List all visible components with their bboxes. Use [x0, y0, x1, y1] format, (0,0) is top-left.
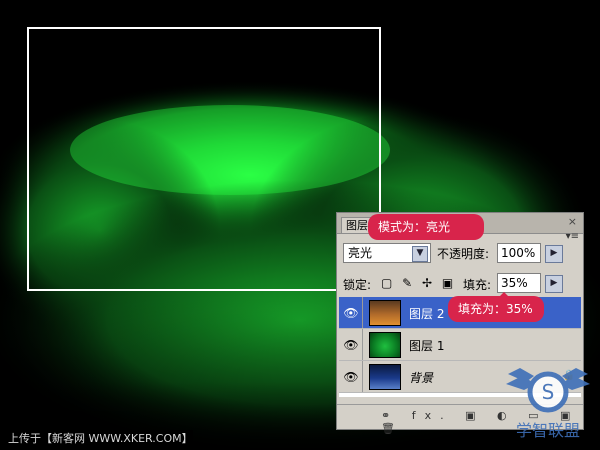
logo-glyph: S: [542, 380, 555, 404]
divider: [362, 329, 363, 360]
chevron-right-icon[interactable]: ▶: [545, 275, 563, 293]
close-icon[interactable]: ×: [568, 215, 577, 228]
logo-text: 学智联盟: [516, 421, 580, 440]
eye-icon[interactable]: 👁: [343, 337, 359, 353]
eye-icon[interactable]: 👁: [343, 369, 359, 385]
lock-fill-row: 锁定: ▢ ✎ ✢ ▣ 填充: 35% ▶: [343, 273, 579, 295]
layer-name: 图层 1: [409, 339, 445, 353]
blend-opacity-row: 亮光 ▼ 不透明度: 100% ▶: [343, 243, 579, 265]
lock-icons[interactable]: ▢ ✎ ✢ ▣: [381, 276, 456, 290]
blend-mode-value: 亮光: [348, 246, 373, 260]
layer-thumbnail: [369, 300, 401, 326]
opacity-input[interactable]: 100%: [497, 243, 541, 263]
opacity-label: 不透明度:: [437, 247, 490, 261]
callout-fill: 填充为：35%: [448, 296, 544, 322]
layer-name: 背景: [409, 371, 434, 385]
callout-mode: 模式为：亮光: [368, 214, 484, 240]
chevron-right-icon[interactable]: ▶: [545, 245, 563, 263]
lock-label: 锁定:: [343, 278, 372, 292]
divider: [362, 297, 363, 328]
fill-input[interactable]: 35%: [497, 273, 541, 293]
fill-label: 填充:: [463, 278, 492, 292]
panel-menu-icon[interactable]: ▾≡: [566, 231, 579, 242]
watermark: 上传于【新客网 WWW.XKER.COM】: [8, 430, 193, 446]
layer-name: 图层 2: [409, 307, 445, 321]
divider: [362, 361, 363, 392]
eye-icon[interactable]: 👁: [343, 305, 359, 321]
site-logo: S 学智联盟: [506, 368, 590, 440]
layer-thumbnail: [369, 332, 401, 358]
chevron-down-icon[interactable]: ▼: [412, 246, 428, 262]
blend-mode-select[interactable]: 亮光 ▼: [343, 243, 431, 263]
layer-thumbnail: [369, 364, 401, 390]
